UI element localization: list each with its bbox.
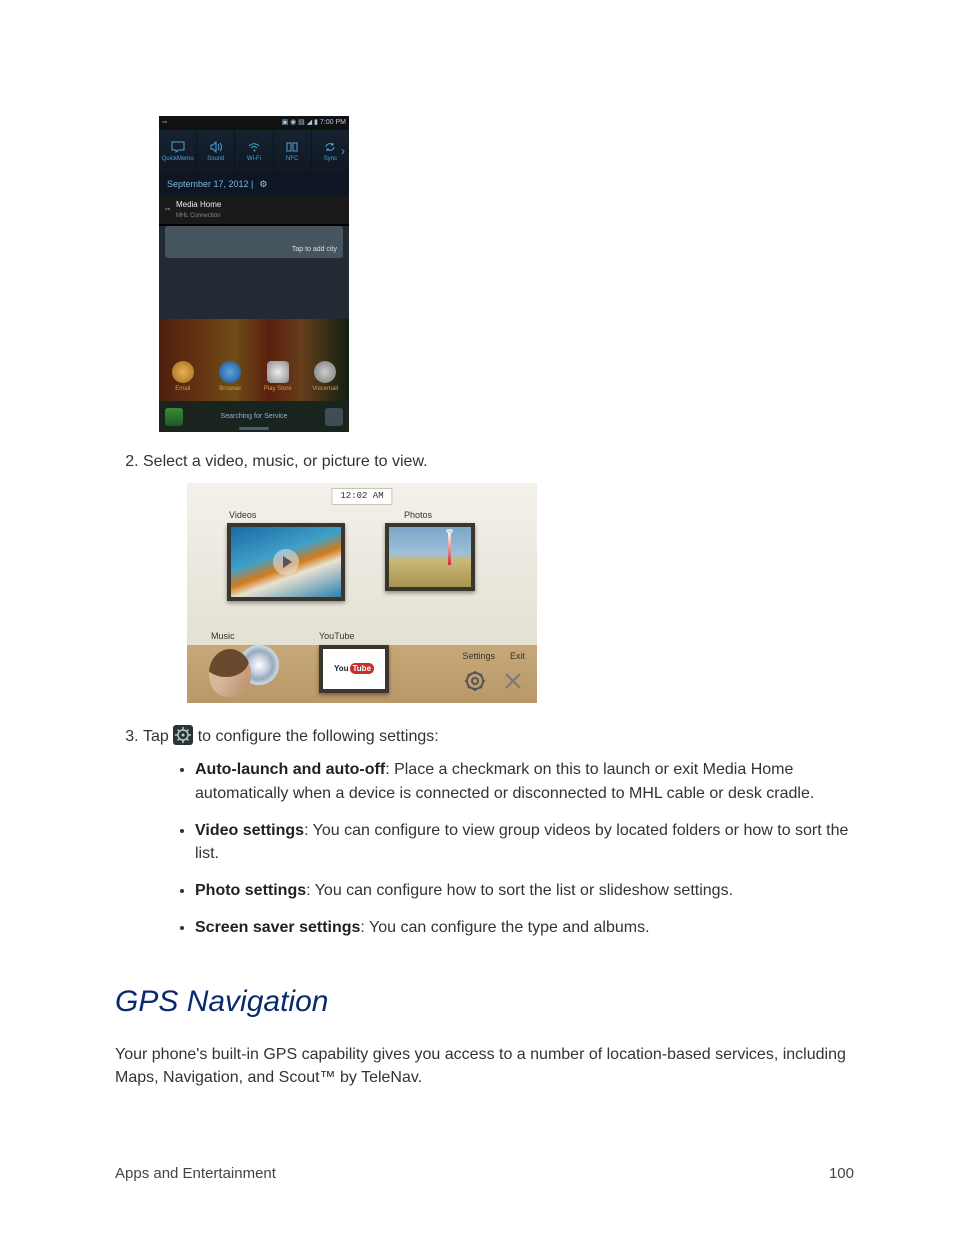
numbered-steps-list: Select a video, music, or picture to vie… (115, 450, 854, 940)
footer-section-name: Apps and Entertainment (115, 1163, 276, 1185)
footer-page-number: 100 (829, 1163, 854, 1185)
bullet-photo-settings: Photo settings: You can configure how to… (195, 879, 854, 902)
phone-dialer-icon[interactable] (165, 408, 183, 426)
section-heading-gps-navigation: GPS Navigation (115, 980, 854, 1024)
lighthouse-icon (448, 531, 451, 565)
bullet-photo-text: : You can configure how to sort the list… (306, 882, 733, 899)
step-2-text: Select a video, music, or picture to vie… (143, 453, 428, 470)
home-indicator (239, 427, 269, 430)
notification-settings-gear-icon[interactable]: ⚙ (259, 178, 267, 191)
step-3-suffix: to configure the following settings: (193, 728, 438, 745)
toggle-sound[interactable]: Sound (197, 130, 235, 174)
bullet-video-settings: Video settings: You can configure to vie… (195, 819, 854, 865)
quick-toggles-row: QuickMemo Sound Wi-Fi NFC Sync (159, 130, 349, 174)
notification-subtitle: MHL Connection (176, 213, 220, 219)
app-drawer-icon[interactable] (325, 408, 343, 426)
play-overlay-icon (273, 549, 299, 575)
mh-music-tile[interactable] (209, 645, 279, 697)
mh-videos-label: Videos (229, 509, 256, 522)
bullet-ss-bold: Screen saver settings (195, 919, 360, 936)
status-right: ▣ ◉ ▤ ◢ ▮ 7:00 PM (282, 118, 346, 128)
mh-clock: 12:02 AM (331, 488, 392, 505)
toggle-quickmemo[interactable]: QuickMemo (159, 130, 197, 174)
settings-bullet-list: Auto-launch and auto-off: Place a checkm… (173, 758, 854, 939)
page-footer: Apps and Entertainment 100 (115, 1163, 854, 1185)
mh-music-label: Music (211, 630, 235, 643)
bullet-screen-saver: Screen saver settings: You can configure… (195, 916, 854, 939)
screenshot-phone-notification-panel: ▫▫ ▣ ◉ ▤ ◢ ▮ 7:00 PM QuickMemo Sound Wi-… (159, 116, 349, 432)
bullet-ss-text: : You can configure the type and albums. (360, 919, 649, 936)
app-voicemail[interactable]: Voicemail (302, 354, 350, 400)
bullet-video-bold: Video settings (195, 822, 304, 839)
step-3: Tap to configure the following settings:… (143, 725, 854, 939)
mh-youtube-tile[interactable]: YouTube (319, 645, 389, 693)
mh-photos-label: Photos (404, 509, 432, 522)
status-icons: ▣ ◉ ▤ ◢ ▮ (282, 118, 318, 128)
mh-videos-tile[interactable] (227, 523, 345, 601)
toggle-nfc[interactable]: NFC (274, 130, 312, 174)
bullet-auto-launch: Auto-launch and auto-off: Place a checkm… (195, 758, 854, 804)
notification-app-icon: ▫▫ (165, 205, 170, 215)
mh-exit-label: Exit (510, 650, 525, 663)
gps-intro-paragraph: Your phone's built-in GPS capability giv… (115, 1043, 854, 1089)
app-dock-row: Email Browser Play Store Voicemail (159, 354, 349, 400)
toggles-scroll-chevron-icon[interactable]: › (341, 130, 349, 174)
settings-gear-inline-icon (173, 725, 193, 745)
document-page: ▫▫ ▣ ◉ ▤ ◢ ▮ 7:00 PM QuickMemo Sound Wi-… (0, 0, 954, 1235)
phone-bottom-bar: Searching for Service (159, 402, 349, 432)
notification-title: Media Home (176, 200, 221, 209)
close-icon (503, 671, 523, 691)
mh-exit-button[interactable] (501, 669, 525, 693)
status-time: 7:00 PM (320, 118, 346, 128)
step-2: Select a video, music, or picture to vie… (143, 450, 854, 703)
phone-wallpaper-area: Tap to add city Email Browser Play Store… (159, 226, 349, 432)
app-email[interactable]: Email (159, 354, 207, 400)
weather-widget[interactable]: Tap to add city (165, 226, 343, 258)
app-play-store[interactable]: Play Store (254, 354, 302, 400)
phone-status-bar: ▫▫ ▣ ◉ ▤ ◢ ▮ 7:00 PM (159, 116, 349, 130)
weather-add-city: Tap to add city (292, 245, 337, 255)
youtube-logo: YouTube (334, 663, 374, 675)
notification-date-text: September 17, 2012 | (167, 178, 253, 191)
mh-settings-label: Settings (462, 650, 495, 663)
mh-settings-button[interactable] (463, 669, 487, 693)
mh-photos-tile[interactable] (385, 523, 475, 591)
notification-media-home[interactable]: ▫▫ Media Home MHL Connection (159, 196, 349, 224)
gear-icon (464, 670, 486, 692)
screenshot-media-home: 12:02 AM Videos Photos Music YouTube You… (187, 483, 537, 703)
app-browser[interactable]: Browser (207, 354, 255, 400)
step-3-prefix: Tap (143, 728, 173, 745)
toggle-wifi[interactable]: Wi-Fi (235, 130, 273, 174)
status-left-icons: ▫▫ (162, 118, 167, 128)
bullet-photo-bold: Photo settings (195, 882, 306, 899)
bullet-auto-launch-bold: Auto-launch and auto-off (195, 761, 385, 778)
notification-date-row: September 17, 2012 | ⚙ (159, 174, 349, 196)
mh-youtube-label: YouTube (319, 630, 354, 643)
searching-text: Searching for Service (221, 412, 288, 422)
album-art-face (209, 649, 251, 697)
